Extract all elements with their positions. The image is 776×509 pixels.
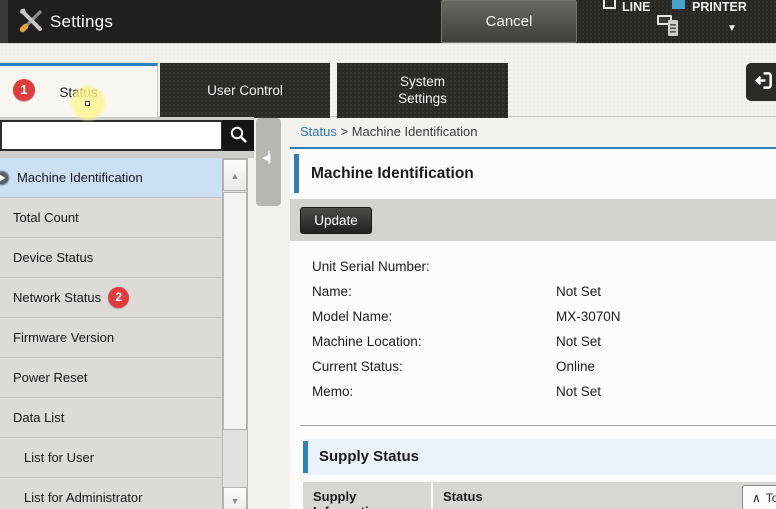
sidebar-item-device-status[interactable]: Device Status [0,238,222,278]
field-label: Machine Location: [290,334,556,349]
line-status-checkbox [603,0,616,9]
scroll-up-button[interactable]: ▲ [223,159,247,191]
sidebar-item-label: Device Status [13,250,93,265]
scroll-down-button[interactable]: ▼ [223,487,247,509]
section-title: Machine Identification [311,149,474,199]
sidebar-item-label: Total Count [13,210,79,225]
field-machine-location: Machine Location: Not Set [290,329,776,354]
sidebar-item-label: Machine Identification [17,170,143,185]
field-model-name: Model Name: MX-3070N [290,304,776,329]
breadcrumb: Status > Machine Identification [300,124,477,139]
collapse-arrow-icon: ◀▏ [262,152,275,164]
sidebar-item-firmware-version[interactable]: Firmware Version [0,318,222,358]
sidebar-collapse-button[interactable]: ◀▏ [256,118,281,206]
tab-user-control-label: User Control [207,83,283,98]
top-bar-edge [0,0,8,43]
supply-status-title: Supply Status [319,439,419,475]
tab-user-control[interactable]: User Control [160,63,330,118]
field-unit-serial-number: Unit Serial Number: [290,254,776,279]
printer-status-label: PRINTER [692,0,747,14]
field-label: Unit Serial Number: [290,259,556,274]
login-icon [753,70,774,94]
field-current-status: Current Status: Online [290,354,776,379]
sidebar-item-label: Network Status [13,290,101,305]
field-value: Online [556,359,776,374]
machine-info-fields: Unit Serial Number: Name: Not Set Model … [290,241,776,404]
search-icon [229,125,248,147]
panel-toolbar: Update [290,199,776,241]
printer-device-icon [656,14,682,43]
scrollbar-thumb[interactable] [223,192,247,430]
field-value: Not Set [556,284,776,299]
current-item-icon [0,170,10,189]
top-bar: Settings Cancel LINE PRINTER ▼ [0,0,776,43]
device-status-panel: LINE PRINTER ▼ [577,0,776,43]
search-input[interactable] [0,120,223,151]
field-label: Current Status: [290,359,556,374]
tab-system-settings[interactable]: System Settings [337,63,508,118]
supply-col-supply-information: Supply Information [303,482,433,509]
sidebar-item-label: Firmware Version [13,330,114,345]
to-top-button[interactable]: ∧ To [742,485,776,509]
page-title: Settings [50,0,113,43]
field-label: Memo: [290,384,556,399]
update-button[interactable]: Update [300,207,372,234]
field-label: Model Name: [290,309,556,324]
line-status-label: LINE [622,0,650,14]
tab-status[interactable]: 1 Status [0,63,158,118]
supply-table-header: Supply Information Status [303,482,776,509]
breadcrumb-current: Machine Identification [352,124,478,139]
tab-system-settings-label: System Settings [388,74,458,108]
field-memo: Memo: Not Set [290,379,776,404]
cancel-button[interactable]: Cancel [441,0,577,43]
sidebar-item-power-reset[interactable]: Power Reset [0,358,222,398]
sidebar-item-label: List for Administrator [24,490,143,505]
status-alert-badge: 1 [13,79,35,101]
to-top-label: To [766,491,776,505]
supply-col-status: Status [433,482,776,509]
field-value: MX-3070N [556,309,776,324]
sidebar-item-data-list[interactable]: Data List [0,398,222,438]
network-status-alert-badge: 2 [108,287,129,308]
field-value: Not Set [556,334,776,349]
printer-status-indicator [672,0,685,9]
sidebar-item-label: List for User [24,450,94,465]
sidebar-item-label: Power Reset [13,370,87,385]
printer-dropdown-caret-icon[interactable]: ▼ [727,23,737,34]
sidebar-scrollbar[interactable]: ▲ ▼ [222,158,248,509]
field-value: Not Set [556,384,776,399]
field-label: Name: [290,284,556,299]
field-name: Name: Not Set [290,279,776,304]
supply-status-header: Supply Status [303,439,776,475]
tab-status-label: Status [59,85,97,100]
sidebar-item-machine-identification[interactable]: Machine Identification [0,158,222,198]
login-button[interactable]: A [746,63,776,101]
accent-bar [303,441,308,473]
settings-screen: Settings Cancel LINE PRINTER ▼ 1 [0,0,776,509]
sidebar-item-list-for-user[interactable]: List for User [0,438,222,478]
search-button[interactable] [222,120,254,151]
accent-bar [294,154,299,193]
breadcrumb-separator: > [340,124,348,139]
settings-icon [17,7,45,35]
breadcrumb-status-link[interactable]: Status [300,124,337,139]
sidebar-item-network-status[interactable]: Network Status 2 [0,278,222,318]
sidebar-item-total-count[interactable]: Total Count [0,198,222,238]
section-divider [300,425,776,426]
sidebar-item-list-for-administrator[interactable]: List for Administrator [0,478,222,509]
panel-header: Machine Identification [290,149,776,199]
sidebar-item-label: Data List [13,410,64,425]
tab-bar: 1 Status User Control System Settings A [0,43,776,117]
sidebar-menu: Machine Identification Total Count Devic… [0,158,222,509]
chevron-up-icon: ∧ [752,491,761,505]
machine-identification-panel: Machine Identification Update Unit Seria… [290,147,776,509]
